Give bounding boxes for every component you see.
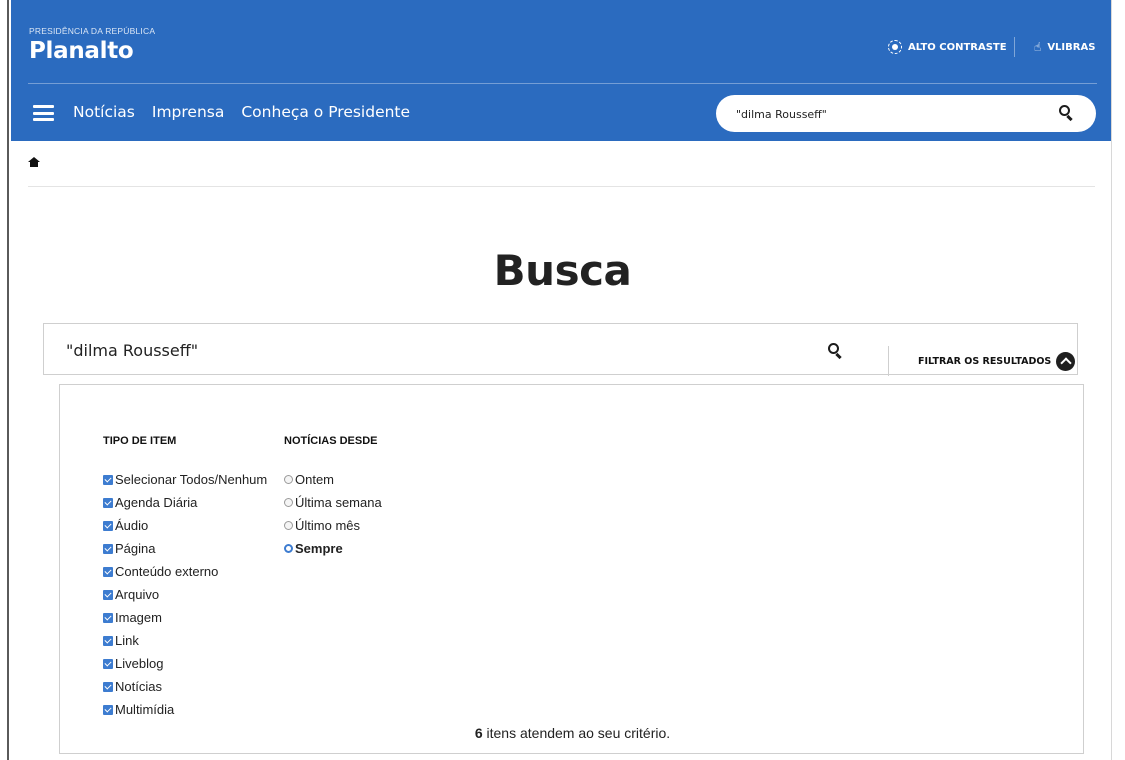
home-icon[interactable] [28, 157, 40, 167]
radio-option[interactable]: Ontem [284, 468, 382, 491]
results-count-text: itens atendem ao seu critério. [486, 725, 671, 741]
checkbox-option[interactable]: Áudio [103, 514, 267, 537]
nav-item-imprensa[interactable]: Imprensa [152, 103, 224, 121]
checkbox-option[interactable]: Imagem [103, 606, 267, 629]
header-divider [28, 83, 1097, 84]
checkbox-label: Imagem [115, 610, 162, 625]
item-type-filter: TIPO DE ITEM Selecionar Todos/Nenhum Age… [103, 435, 267, 721]
checkbox-checked-icon[interactable] [103, 520, 113, 531]
checkbox-checked-icon[interactable] [103, 474, 113, 485]
window-frame-right [1111, 0, 1125, 760]
planalto-logo[interactable]: Planalto [29, 38, 134, 64]
checkbox-checked-icon[interactable] [103, 635, 113, 646]
radio-unchecked-icon[interactable] [284, 475, 293, 484]
main-search-input[interactable] [66, 339, 666, 361]
checkbox-option[interactable]: Selecionar Todos/Nenhum [103, 468, 267, 491]
checkbox-option[interactable]: Link [103, 629, 267, 652]
filters-panel: TIPO DE ITEM Selecionar Todos/Nenhum Age… [59, 384, 1084, 754]
header-search-input[interactable] [736, 104, 1036, 124]
radio-checked-icon[interactable] [284, 544, 293, 553]
sign-language-icon: ☝ [1034, 40, 1042, 54]
header-kicker: PRESIDÊNCIA DA REPÚBLICA [29, 26, 156, 36]
checkbox-label: Multimídia [115, 702, 175, 717]
checkbox-option[interactable]: Liveblog [103, 652, 267, 675]
contrast-icon [888, 40, 902, 54]
search-divider [888, 346, 889, 376]
radio-unchecked-icon[interactable] [284, 498, 293, 507]
checkbox-checked-icon[interactable] [103, 658, 113, 669]
radio-unchecked-icon[interactable] [284, 521, 293, 530]
checkbox-label: Liveblog [115, 656, 164, 671]
radio-option[interactable]: Sempre [284, 537, 382, 560]
checkbox-checked-icon[interactable] [103, 612, 113, 623]
nav-item-conheca-presidente[interactable]: Conheça o Presidente [241, 103, 410, 121]
checkbox-checked-icon[interactable] [103, 497, 113, 508]
radio-label: Último mês [295, 518, 361, 533]
nav-item-noticias[interactable]: Notícias [73, 103, 135, 121]
news-since-heading: NOTÍCIAS DESDE [284, 435, 378, 447]
results-count-number: 6 [474, 725, 483, 741]
breadcrumb [28, 157, 40, 167]
checkbox-option[interactable]: Notícias [103, 675, 267, 698]
utility-divider [1014, 37, 1015, 57]
vlibras-label: VLIBRAS [1047, 41, 1096, 53]
vlibras-button[interactable]: ☝ VLIBRAS [1034, 40, 1095, 54]
high-contrast-button[interactable]: ALTO CONTRASTE [888, 40, 1007, 54]
checkbox-option[interactable]: Multimídia [103, 698, 267, 721]
radio-label: Sempre [295, 541, 343, 556]
checkbox-label: Arquivo [115, 587, 160, 602]
checkbox-option[interactable]: Página [103, 537, 267, 560]
checkbox-checked-icon[interactable] [103, 543, 113, 554]
checkbox-checked-icon[interactable] [103, 704, 113, 715]
checkbox-label: Notícias [115, 679, 162, 694]
radio-option[interactable]: Último mês [284, 514, 382, 537]
checkbox-label: Agenda Diária [115, 495, 198, 510]
header-search-icon[interactable] [1059, 105, 1074, 122]
site-header: PRESIDÊNCIA DA REPÚBLICA Planalto ALTO C… [11, 0, 1111, 141]
item-type-heading: TIPO DE ITEM [103, 435, 177, 447]
news-since-filter: NOTÍCIAS DESDE Ontem Última semana Últim… [284, 435, 382, 560]
hamburger-menu-icon[interactable] [33, 105, 54, 121]
main-nav: Notícias Imprensa Conheça o Presidente [73, 103, 410, 121]
main-search-box: FILTRAR OS RESULTADOS [43, 323, 1078, 376]
radio-label: Última semana [295, 495, 382, 510]
chevron-up-icon [1056, 352, 1076, 371]
checkbox-label: Selecionar Todos/Nenhum [115, 472, 268, 487]
checkbox-option[interactable]: Conteúdo externo [103, 560, 267, 583]
results-count: 6 itens atendem ao seu critério. [60, 725, 1085, 741]
filter-results-toggle[interactable]: FILTRAR OS RESULTADOS [918, 352, 1076, 371]
checkbox-label: Página [115, 541, 156, 556]
checkbox-label: Áudio [115, 518, 149, 533]
checkbox-option[interactable]: Agenda Diária [103, 491, 267, 514]
checkbox-label: Conteúdo externo [115, 564, 219, 579]
checkbox-checked-icon[interactable] [103, 566, 113, 577]
window-frame-left [0, 0, 9, 760]
checkbox-option[interactable]: Arquivo [103, 583, 267, 606]
checkbox-checked-icon[interactable] [103, 589, 113, 600]
header-search-box [716, 95, 1096, 132]
radio-label: Ontem [295, 472, 335, 487]
breadcrumb-divider [28, 186, 1095, 187]
radio-option[interactable]: Última semana [284, 491, 382, 514]
main-search-icon[interactable] [828, 343, 843, 360]
page-title: Busca [493, 246, 632, 295]
filter-results-label: FILTRAR OS RESULTADOS [918, 356, 1052, 367]
checkbox-checked-icon[interactable] [103, 681, 113, 692]
high-contrast-label: ALTO CONTRASTE [908, 41, 1007, 53]
checkbox-label: Link [115, 633, 139, 648]
